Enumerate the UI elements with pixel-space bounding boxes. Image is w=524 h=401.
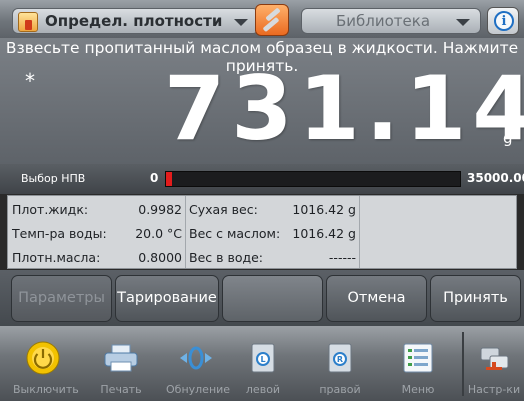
liquid-density-value: 0.9982 (138, 202, 182, 217)
oil-density-value: 0.8000 (138, 250, 182, 265)
capacity-bar: Выбор НПВ 0 35000.00 (0, 164, 524, 194)
density-app-icon (18, 12, 38, 32)
info-icon: i (494, 11, 514, 31)
capacity-min: 0 (150, 171, 159, 185)
application-dropdown-label: Определ. плотности (45, 12, 223, 30)
svg-text:L: L (260, 355, 265, 364)
cancel-button[interactable]: Отмена (326, 275, 427, 322)
library-dropdown-label: Библиотека (336, 12, 431, 30)
weight-display: Взвесьте пропитанный маслом образец в жи… (0, 38, 524, 164)
accept-button[interactable]: Принять (430, 275, 521, 322)
water-temp-value: 20.0 °C (135, 226, 182, 241)
menu-list-icon (403, 343, 433, 373)
info-button[interactable]: i (487, 7, 519, 35)
water-weight-value: ------ (328, 250, 356, 265)
oil-density-label: Плотн.масла: (12, 250, 101, 265)
nav-label: левой (245, 383, 281, 396)
capacity-track (165, 171, 461, 187)
stability-indicator: * (25, 69, 35, 93)
library-dropdown[interactable]: Библиотека (301, 8, 481, 34)
dry-weight-label: Сухая вес: (189, 202, 258, 217)
liquid-density-label: Плот.жидк: (12, 202, 89, 217)
oiled-weight-label: Вес с маслом: (189, 226, 281, 241)
weight-unit: g (503, 129, 513, 147)
power-icon (26, 341, 60, 375)
nav-power-off[interactable]: Выключить (13, 326, 79, 401)
top-bar: Определ. плотности Библиотека i (0, 0, 524, 38)
dry-weight-value: 1016.42 g (292, 202, 356, 217)
column-divider (359, 196, 360, 268)
parameters-button[interactable]: Параметры (11, 275, 112, 322)
weight-value: 731.14 (164, 57, 524, 160)
nav-label: правой (319, 383, 361, 396)
column-divider (185, 196, 186, 268)
left-weigh-icon: L (251, 343, 275, 373)
capacity-fill (166, 172, 172, 186)
water-temp-label: Темп-ра воды: (12, 226, 107, 241)
nav-right[interactable]: R правой (310, 326, 370, 401)
nav-label: Печать (100, 383, 142, 396)
nav-label: Настр-ки (467, 383, 521, 396)
nav-label: Меню (401, 383, 435, 396)
right-weigh-icon: R (328, 343, 352, 373)
bottom-nav: Выключить Печать Обнуление L левой R пра… (0, 326, 524, 401)
softkey-bar: Параметры Тарирование Отмена Принять (0, 270, 524, 326)
data-panel: Плот.жидк: 0.9982 Темп-ра воды: 20.0 °C … (7, 195, 517, 269)
application-dropdown[interactable]: Определ. плотности (12, 8, 259, 34)
capacity-max: 35000.00 (467, 171, 524, 185)
chevron-down-icon (234, 19, 248, 26)
oiled-weight-value: 1016.42 g (292, 226, 356, 241)
nav-zero[interactable]: Обнуление (166, 326, 231, 401)
nav-left[interactable]: L левой (233, 326, 293, 401)
nav-menu[interactable]: Меню (388, 326, 448, 401)
chevron-down-icon (456, 19, 470, 26)
nav-label: Выключить (13, 383, 79, 396)
printer-icon (104, 344, 138, 372)
nav-label: Обнуление (166, 383, 231, 396)
tare-button[interactable]: Тарирование (115, 275, 219, 322)
zero-icon (180, 346, 212, 370)
settings-icon (480, 347, 509, 370)
capacity-label: Выбор НПВ (21, 172, 86, 185)
svg-text:R: R (337, 355, 343, 364)
nav-print[interactable]: Печать (91, 326, 151, 401)
blank-softkey (222, 275, 323, 322)
wrench-icon[interactable] (255, 4, 289, 36)
nav-settings[interactable]: Настр-ки (464, 326, 524, 401)
water-weight-label: Вес в воде: (189, 250, 264, 265)
